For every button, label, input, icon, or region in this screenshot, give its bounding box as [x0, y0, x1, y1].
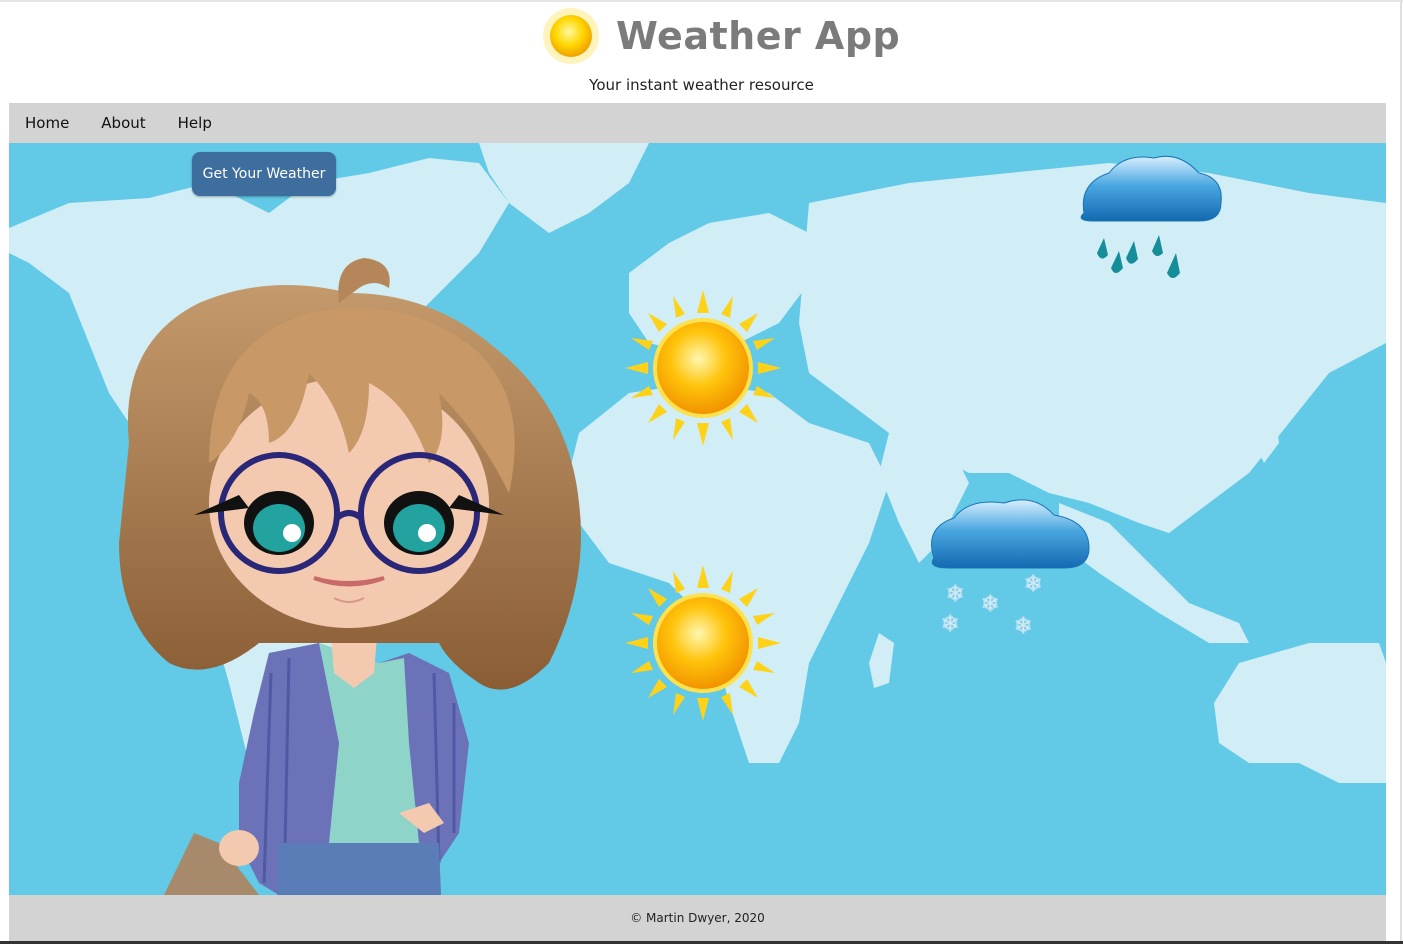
svg-text:❄: ❄: [981, 592, 999, 617]
world-map: ❄ ❄ ❄ ❄ ❄: [9, 143, 1386, 895]
svg-text:❄: ❄: [1014, 614, 1032, 639]
svg-text:❄: ❄: [1024, 572, 1042, 597]
svg-text:❄: ❄: [946, 582, 964, 607]
snow-cloud-icon: ❄ ❄ ❄ ❄ ❄: [931, 499, 1090, 640]
page-header: Weather App Your instant weather resourc…: [0, 0, 1403, 103]
cartoon-girl-illustration: [119, 258, 581, 895]
page-title: Weather App: [616, 14, 901, 58]
hero-banner: ❄ ❄ ❄ ❄ ❄: [9, 143, 1386, 895]
nav-item-home[interactable]: Home: [25, 114, 69, 132]
nav-item-help[interactable]: Help: [178, 114, 212, 132]
copyright-text: © Martin Dwyer, 2020: [630, 911, 765, 925]
title-group: Weather App: [540, 6, 900, 66]
nav-item-about[interactable]: About: [101, 114, 145, 132]
svg-text:❄: ❄: [941, 612, 959, 637]
sun-icon: [543, 8, 599, 64]
page-footer: © Martin Dwyer, 2020: [9, 895, 1386, 941]
page-subtitle: Your instant weather resource: [589, 76, 814, 94]
right-border: [1400, 0, 1402, 944]
get-weather-button[interactable]: Get Your Weather: [192, 152, 336, 196]
nav-bar: Home About Help: [9, 103, 1386, 143]
